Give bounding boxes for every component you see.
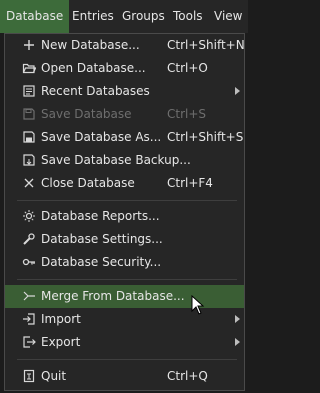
menu-item-shortcut: Ctrl+Shift+S <box>167 130 244 144</box>
menu-item-label: Recent Databases <box>41 84 150 98</box>
menu-item-label: Database Settings... <box>41 232 163 246</box>
menu-item-database-security[interactable]: Database Security... <box>5 251 244 274</box>
menu-item-label: Save Database <box>41 107 132 121</box>
menu-item-export[interactable]: Export <box>5 331 244 354</box>
menu-item-label: Import <box>41 312 81 326</box>
merge-icon <box>22 289 36 303</box>
plus-icon <box>22 38 36 52</box>
menu-separator <box>17 200 237 201</box>
quit-icon <box>22 369 36 383</box>
menu-item-shortcut: Ctrl+Q <box>167 369 208 383</box>
menu-item-save-database-backup[interactable]: Save Database Backup... <box>5 149 244 172</box>
menubar-entries[interactable]: Entries <box>72 0 114 33</box>
menu-item-label: New Database... <box>41 38 140 52</box>
submenu-arrow-icon <box>235 338 240 346</box>
menubar-view[interactable]: View <box>214 0 242 33</box>
menu-item-save-database: Save Database Ctrl+S <box>5 103 244 126</box>
menu-separator <box>17 279 237 280</box>
menu-item-shortcut: Ctrl+S <box>167 107 207 121</box>
menu-item-label: Save Database As... <box>41 130 162 144</box>
menu-item-recent-databases[interactable]: Recent Databases <box>5 80 244 103</box>
menu-item-shortcut: Ctrl+F4 <box>167 176 213 190</box>
menu-item-save-database-as[interactable]: Save Database As... Ctrl+Shift+S <box>5 126 244 149</box>
menu-item-database-settings[interactable]: Database Settings... <box>5 228 244 251</box>
reports-icon <box>22 209 36 223</box>
menu-separator <box>17 359 237 360</box>
menubar-tools[interactable]: Tools <box>173 0 203 33</box>
menu-item-close-database[interactable]: Close Database Ctrl+F4 <box>5 172 244 195</box>
menu-item-label: Database Security... <box>41 255 162 269</box>
folder-open-icon <box>22 61 36 75</box>
menu-item-quit[interactable]: Quit Ctrl+Q <box>5 365 244 388</box>
menu-item-shortcut: Ctrl+O <box>167 61 208 75</box>
recent-icon <box>22 84 36 98</box>
close-icon <box>22 176 36 190</box>
menu-item-label: Export <box>41 335 81 349</box>
menu-item-merge-from-database[interactable]: Merge From Database... <box>5 285 244 308</box>
menu-item-label: Open Database... <box>41 61 146 75</box>
menu-item-open-database[interactable]: Open Database... Ctrl+O <box>5 57 244 80</box>
menu-item-label: Close Database <box>41 176 135 190</box>
save-icon <box>22 107 36 121</box>
menu-item-shortcut: Ctrl+Shift+N <box>167 38 245 52</box>
wrench-icon <box>22 232 36 246</box>
menu-item-database-reports[interactable]: Database Reports... <box>5 205 244 228</box>
menu-item-new-database[interactable]: New Database... Ctrl+Shift+N <box>5 34 245 57</box>
menu-item-label: Save Database Backup... <box>41 153 191 167</box>
export-icon <box>22 335 36 349</box>
mouse-pointer-icon <box>191 295 205 315</box>
menu-item-label: Merge From Database... <box>41 289 185 303</box>
submenu-arrow-icon <box>235 87 240 95</box>
key-icon <box>22 255 36 269</box>
menu-item-label: Database Reports... <box>41 209 160 223</box>
database-menu: New Database... Ctrl+Shift+N Open Databa… <box>4 33 245 391</box>
menubar-groups[interactable]: Groups <box>122 0 165 33</box>
menu-bar: Database Entries Groups Tools View <box>0 0 248 33</box>
save-as-icon <box>22 130 36 144</box>
import-icon <box>22 312 36 326</box>
menubar-database[interactable]: Database <box>0 0 70 33</box>
menu-item-import[interactable]: Import <box>5 308 244 331</box>
submenu-arrow-icon <box>235 315 240 323</box>
save-backup-icon <box>22 153 36 167</box>
menu-item-label: Quit <box>41 369 67 383</box>
